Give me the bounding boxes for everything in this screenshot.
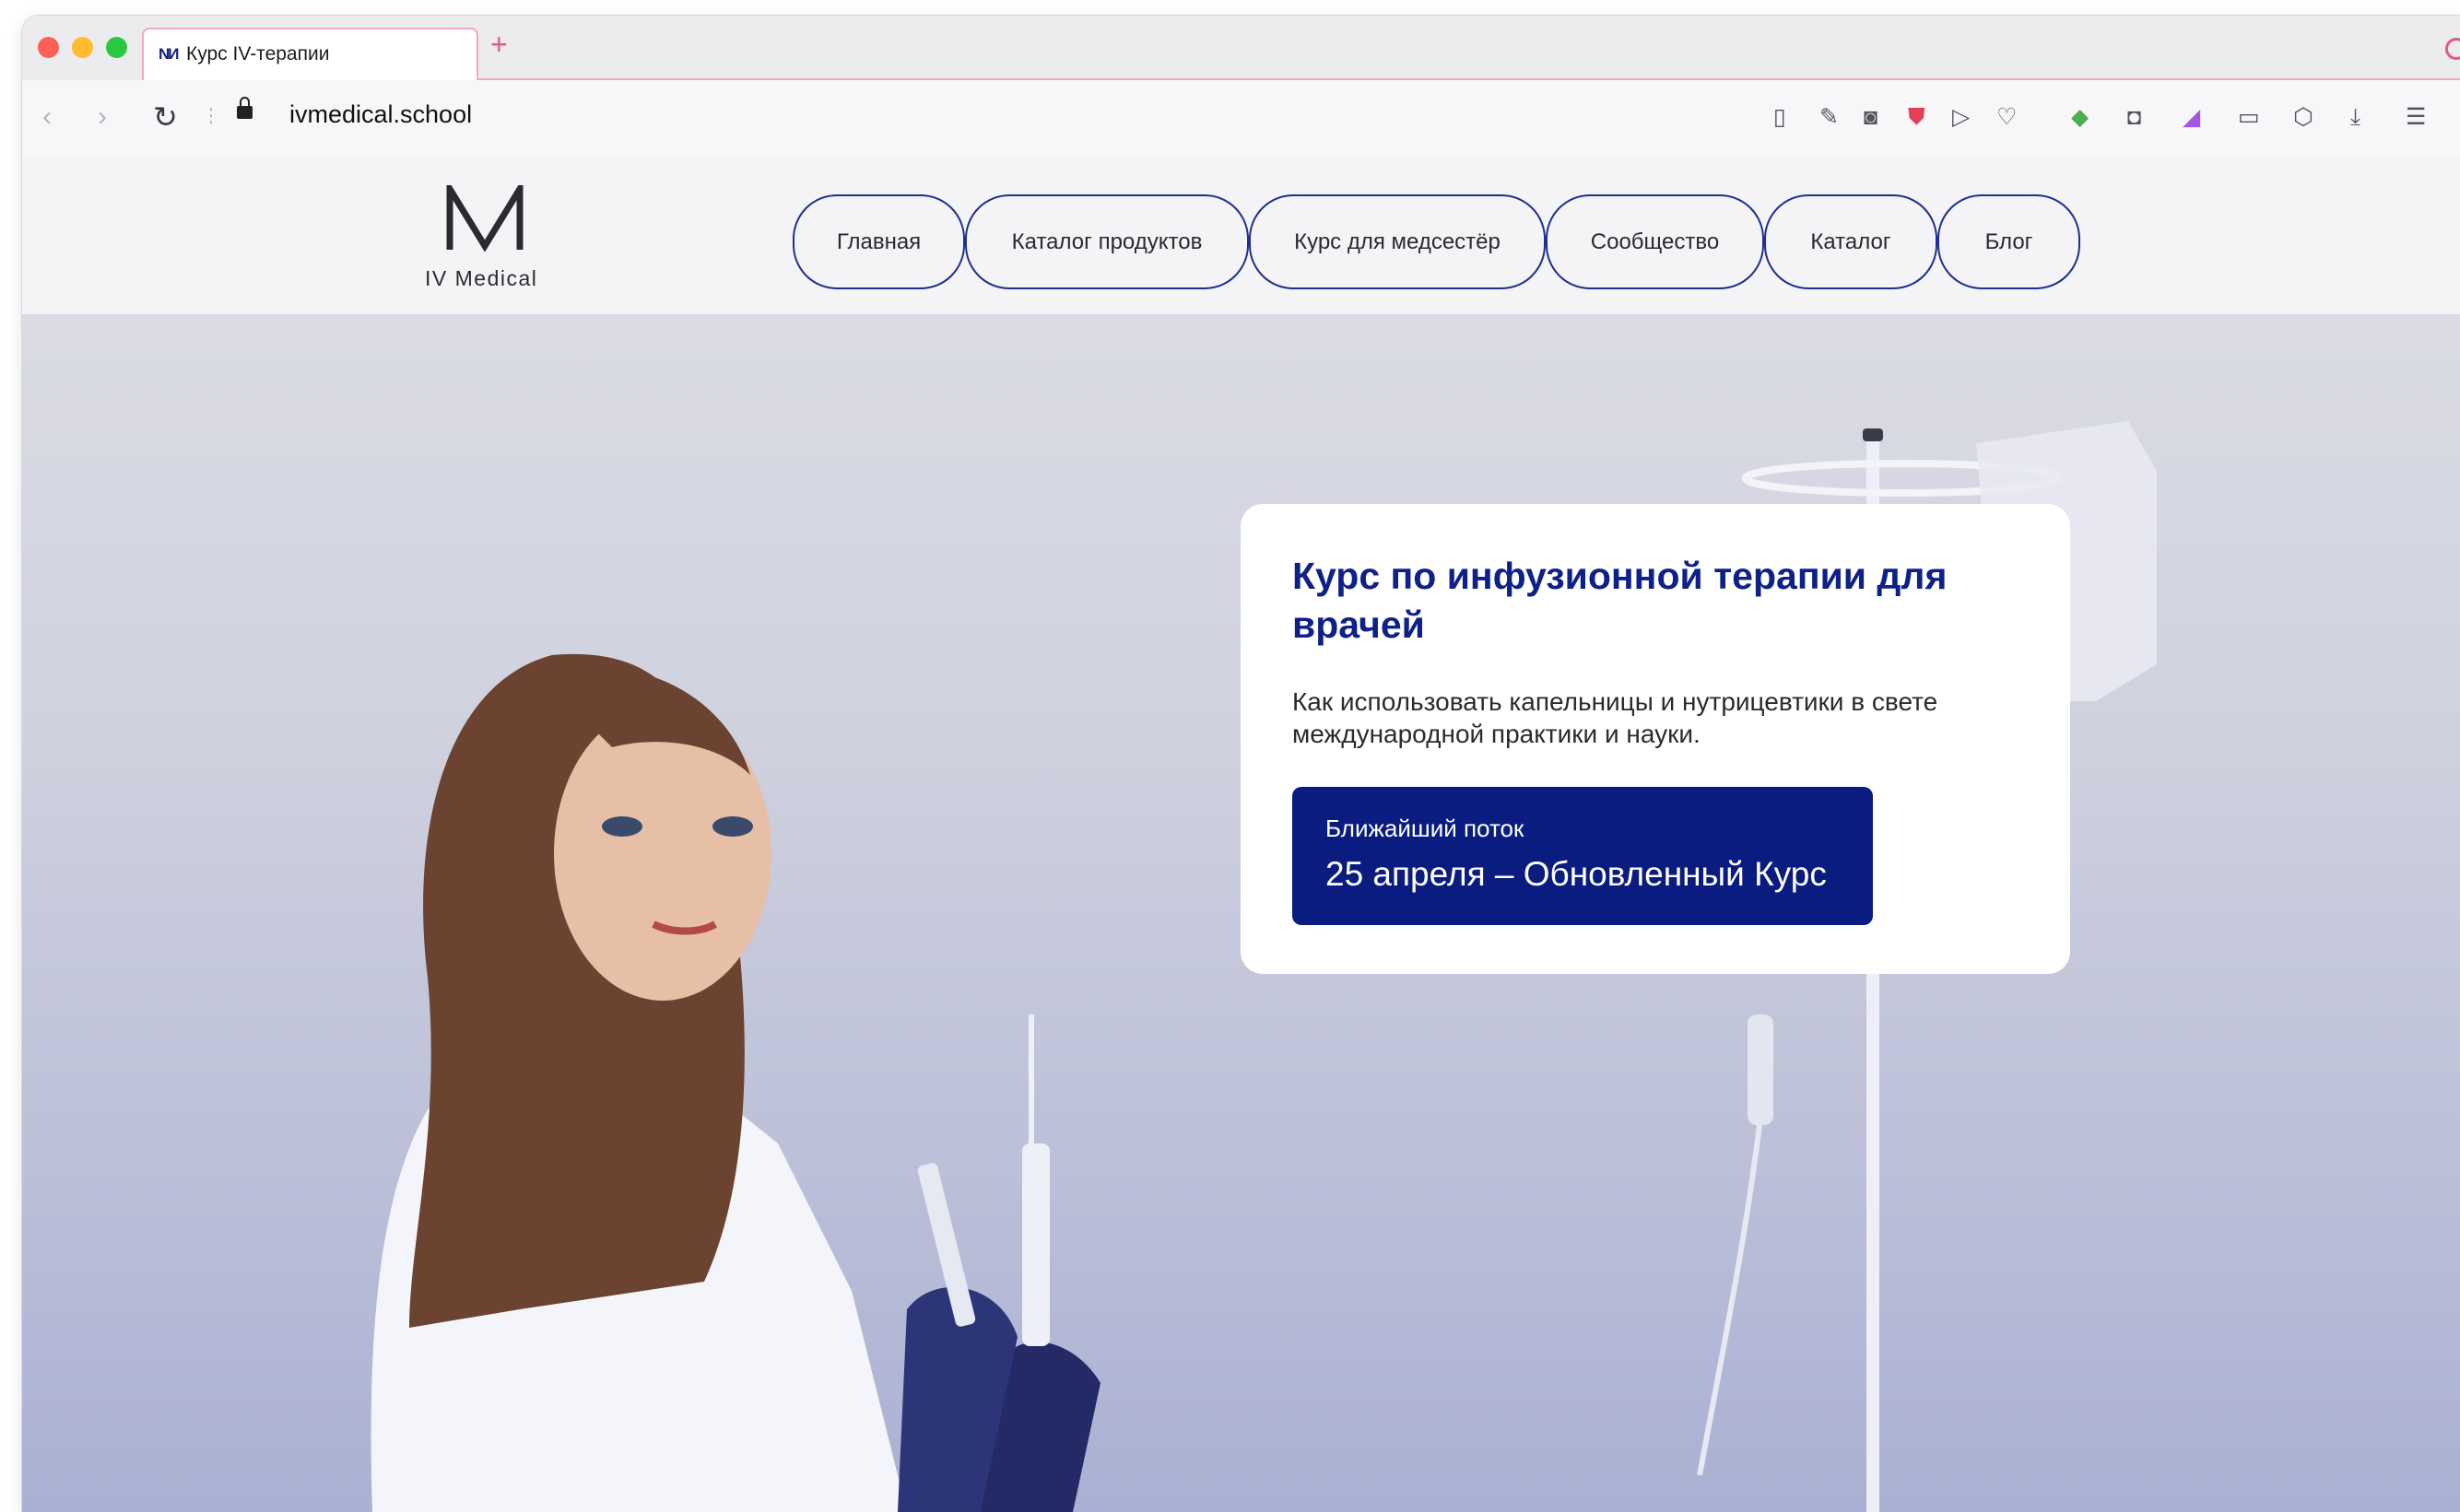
nav-item-community[interactable]: Сообщество xyxy=(1546,194,1764,289)
browser-window: NИ Курс IV-терапии + ‹ › ↻ ⋮ ivmedical.s… xyxy=(22,16,2460,1512)
back-button[interactable]: ‹ xyxy=(42,99,52,135)
reload-button[interactable]: ↻ xyxy=(153,99,178,135)
nav-item-blog[interactable]: Блог xyxy=(1937,194,2080,289)
next-cohort-button[interactable]: Ближайший поток 25 апреля – Обновленный … xyxy=(1292,787,1873,925)
send-icon[interactable]: ▷ xyxy=(1952,103,1970,131)
palette-icon[interactable]: ◢ xyxy=(2183,103,2200,131)
course-title: Курс по инфузионной терапии для врачей xyxy=(1292,555,1948,646)
minimize-window-button[interactable] xyxy=(72,37,93,58)
cube-icon[interactable]: ⬡ xyxy=(2293,103,2313,131)
iv-medical-logo-icon[interactable] xyxy=(444,185,525,252)
web-page: IV Medical Главная Каталог продуктов Кур… xyxy=(22,158,2460,1512)
heart-icon[interactable]: ♡ xyxy=(1996,103,2017,131)
course-subtitle: Как использовать капельницы и нутрицевти… xyxy=(1292,687,1938,748)
next-cohort-date: 25 апреля – Обновленный Курс xyxy=(1325,855,1827,893)
tab-bar: NИ Курс IV-терапии + xyxy=(22,16,2460,80)
nav-item-nurse-course[interactable]: Курс для медсестёр xyxy=(1249,194,1546,289)
hero-section: Курс по инфузионной терапии для врачей К… xyxy=(22,314,2460,1512)
shield-icon[interactable]: ⛊ xyxy=(1908,103,1925,131)
gem-icon[interactable]: ◆ xyxy=(2071,103,2089,131)
profile-icon[interactable] xyxy=(2445,38,2460,60)
site-header: IV Medical Главная Каталог продуктов Кур… xyxy=(22,158,2460,314)
nav-item-product-catalog[interactable]: Каталог продуктов xyxy=(965,194,1249,289)
logo-text[interactable]: IV Medical xyxy=(425,266,537,291)
forward-button[interactable]: › xyxy=(98,99,107,135)
maximize-window-button[interactable] xyxy=(106,37,127,58)
site-favicon-icon: NИ xyxy=(159,45,179,63)
edit-icon[interactable]: ✎ xyxy=(1819,103,1839,131)
new-tab-button[interactable]: + xyxy=(490,29,508,59)
nav-item-home[interactable]: Главная xyxy=(793,194,965,289)
menu-icon[interactable]: ☰ xyxy=(2406,103,2426,131)
browser-tab-active[interactable]: NИ Курс IV-терапии xyxy=(142,28,478,80)
lock-icon[interactable] xyxy=(237,97,253,119)
next-cohort-label: Ближайший поток xyxy=(1325,815,1524,842)
screenshot-icon[interactable]: ◘ xyxy=(2127,103,2141,131)
address-bar: ‹ › ↻ ⋮ ivmedical.school ▯ ✎ ◙ ⛊ ▷ ♡ ◆ ◘… xyxy=(22,80,2460,158)
tab-title: Курс IV-терапии xyxy=(186,43,330,64)
download-icon[interactable]: ⤓ xyxy=(2350,103,2360,131)
course-card: Курс по инфузионной терапии для врачей К… xyxy=(1241,504,2070,974)
close-window-button[interactable] xyxy=(38,37,59,58)
doctor-portrait-image xyxy=(371,653,1101,1512)
separator-dots-icon: ⋮ xyxy=(202,106,220,126)
nav-item-catalog[interactable]: Каталог xyxy=(1764,194,1937,289)
url-field[interactable]: ivmedical.school xyxy=(289,100,472,129)
reader-icon[interactable]: ▯ xyxy=(1773,103,1786,131)
camera-icon[interactable]: ◙ xyxy=(1864,103,1877,131)
mouse-icon[interactable]: ▭ xyxy=(2238,103,2260,131)
